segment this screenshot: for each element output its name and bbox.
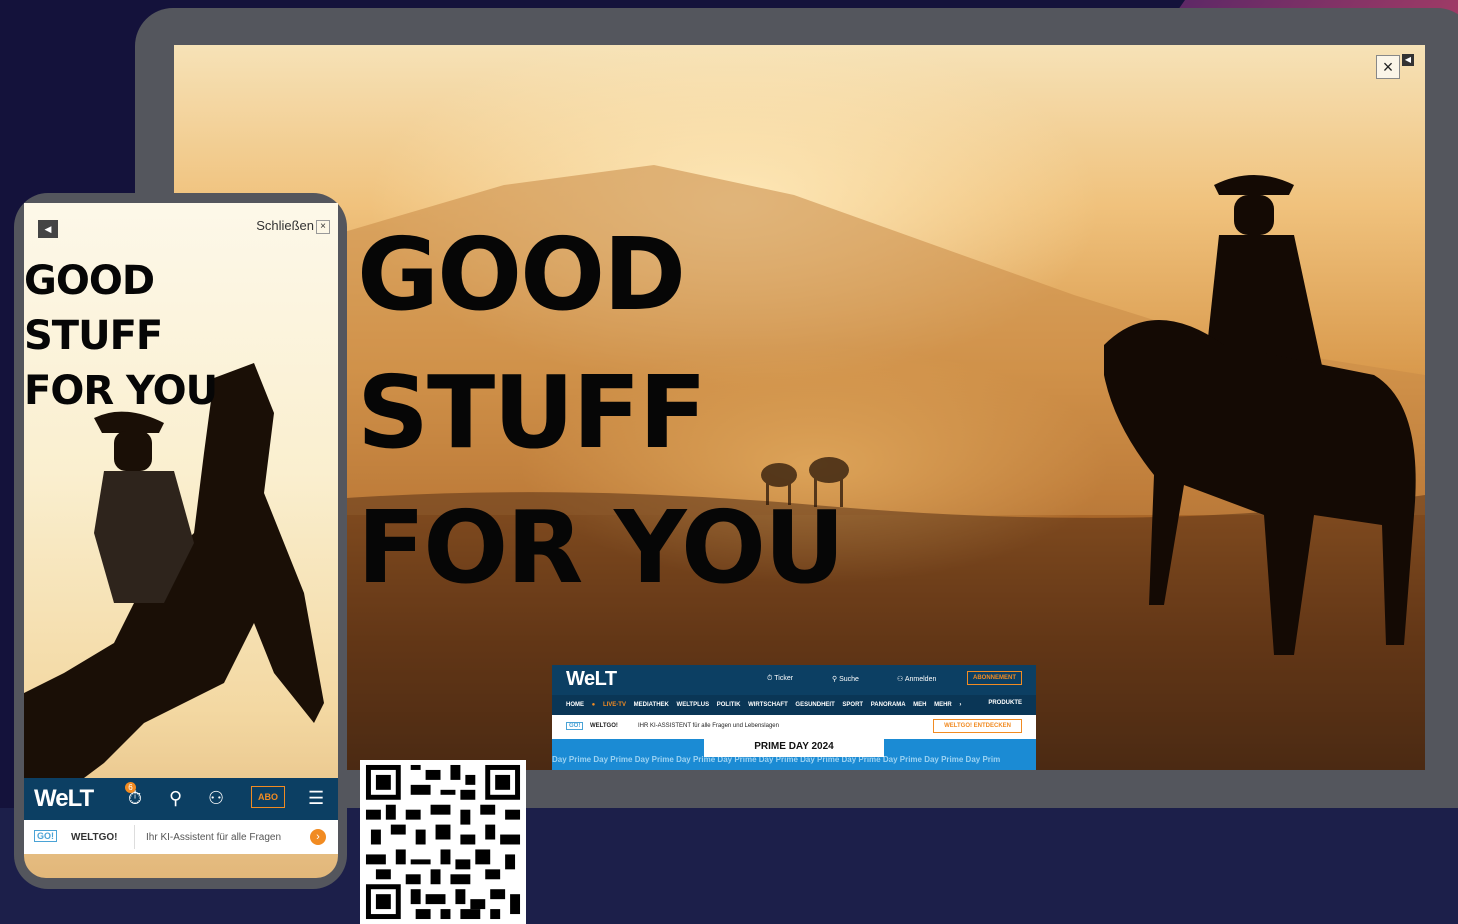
ticker-badge: 6	[125, 782, 136, 793]
user-icon[interactable]: ⚇	[208, 788, 224, 809]
nav-home[interactable]: HOME	[566, 702, 584, 708]
site-nav: HOME ● LIVE-TV MEDIATHEK WELTPLUS POLITI…	[552, 695, 1036, 715]
nav-sections[interactable]: MEDIATHEK WELTPLUS POLITIK WIRTSCHAFT GE…	[634, 702, 962, 708]
mobile-headline-line-3: FOR YOU	[24, 368, 218, 414]
ad-headline-line-3: FOR YOU	[357, 489, 845, 606]
speaker-icon[interactable]: ◀	[1402, 54, 1414, 66]
close-button[interactable]: Schließen ×	[256, 218, 330, 234]
mobile-headline-line-2: STUFF	[24, 313, 163, 359]
mobile-headline-line-1: GOOD	[24, 258, 155, 304]
mobile-ad-screen: ◀ Schließen × GOOD STUFF FOR YOU WeLT ⏱ 6…	[24, 203, 338, 878]
weltgo-text: IHR KI-ASSISTENT für alle Fragen und Leb…	[638, 723, 779, 729]
subscription-button[interactable]: ABONNEMENT	[967, 671, 1022, 685]
ad-headline-line-2: STUFF	[357, 354, 707, 471]
weltgo-title: WELTGO!	[71, 832, 118, 843]
prime-day-banner[interactable]: Day Prime Day Prime Day Prime Day Prime …	[552, 739, 1036, 770]
search-icon[interactable]: ⚲	[169, 788, 182, 809]
mobile-weltgo-bar[interactable]: GO! WELTGO! Ihr KI-Assistent für alle Fr…	[24, 820, 338, 854]
close-label: Schließen	[256, 218, 314, 233]
go-badge: GO!	[34, 830, 57, 842]
search-label: Suche	[839, 676, 859, 683]
login-label: Anmelden	[904, 676, 937, 683]
menu-icon[interactable]: ☰	[308, 788, 324, 809]
arrow-right-icon[interactable]: ›	[310, 829, 326, 845]
desktop-ad-screen: GOOD STUFF FOR YOU × ◀ WeLT ⏱ Ticker ⚲ S…	[174, 45, 1425, 770]
qr-code[interactable]	[360, 760, 526, 924]
prime-day-label: PRIME DAY 2024	[704, 739, 884, 757]
welt-site-preview: WeLT ⏱ Ticker ⚲ Suche ⚇ Anmelden ABONNEM…	[552, 665, 1036, 770]
abo-button[interactable]: ABO	[251, 786, 285, 808]
mobile-site-header: WeLT ⏱ 6 ⚲ ⚇ ABO ☰	[24, 778, 338, 820]
go-badge: GO!	[566, 722, 584, 730]
divider	[134, 825, 135, 849]
login-link[interactable]: ⚇ Anmelden	[897, 675, 936, 683]
search-link[interactable]: ⚲ Suche	[832, 675, 859, 683]
close-icon: ×	[316, 219, 330, 234]
ad-headline-line-1: GOOD	[357, 216, 686, 333]
close-icon[interactable]: ×	[1376, 55, 1400, 79]
products-link[interactable]: PRODUKTE	[988, 700, 1022, 706]
nav-live-tv[interactable]: ● LIVE-TV	[592, 702, 626, 708]
weltgo-title: WELTGO!	[590, 723, 618, 729]
mobile-rider-illustration	[24, 363, 324, 778]
ticker-link[interactable]: ⏱ Ticker	[767, 675, 793, 683]
weltgo-text: Ihr KI-Assistent für alle Fragen	[146, 832, 282, 843]
weltgo-bar: GO! WELTGO! IHR KI-ASSISTENT für alle Fr…	[552, 715, 1036, 739]
speaker-icon[interactable]: ◀	[38, 220, 58, 238]
ticker-label: Ticker	[774, 675, 794, 682]
welt-logo[interactable]: WeLT	[566, 668, 617, 691]
weltgo-discover-button[interactable]: WELTGO! ENTDECKEN	[933, 719, 1022, 733]
welt-logo[interactable]: WeLT	[34, 785, 94, 813]
site-header: WeLT ⏱ Ticker ⚲ Suche ⚇ Anmelden ABONNEM…	[552, 665, 1036, 695]
